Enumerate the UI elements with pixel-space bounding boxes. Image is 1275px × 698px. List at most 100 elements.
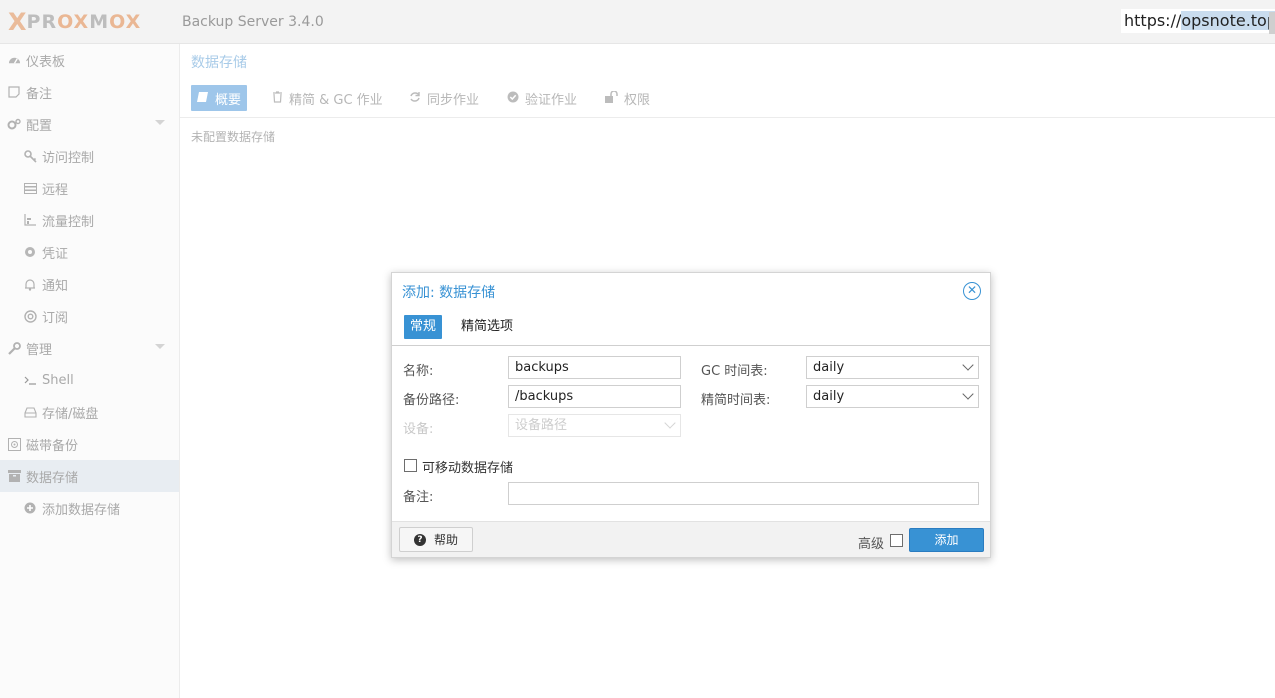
backup-path-field[interactable]: /backups: [508, 385, 681, 408]
tab-sync-jobs[interactable]: 同步作业: [403, 85, 485, 111]
empty-datastore-message: 未配置数据存储: [191, 130, 276, 144]
gc-schedule-value: daily: [813, 360, 845, 375]
tab-prune-gc[interactable]: 精简 & GC 作业: [266, 85, 389, 111]
name-label: 名称:: [403, 364, 434, 379]
tab-label: 权限: [624, 92, 651, 108]
check-circle-icon: [507, 91, 519, 106]
sidebar-item-label: 磁带备份: [26, 438, 79, 454]
header-edge-block: [1269, 12, 1275, 34]
sidebar-item-label: 仪表板: [26, 54, 66, 70]
sidebar-item-notifications[interactable]: 通知: [0, 268, 179, 300]
tab-permissions[interactable]: 权限: [599, 85, 656, 111]
sidebar-item-subscription[interactable]: 订阅: [0, 300, 179, 332]
plus-circle-icon: [22, 500, 38, 516]
comment-label: 备注:: [403, 490, 434, 505]
advanced-label: 高级: [858, 537, 885, 552]
comment-field[interactable]: [508, 482, 979, 505]
name-field[interactable]: backups: [508, 356, 681, 379]
sidebar-item-shell[interactable]: Shell: [0, 364, 179, 396]
gc-schedule-select[interactable]: daily: [806, 356, 979, 379]
top-header: X PROXMOX Backup Server 3.4.0 https://op…: [0, 0, 1275, 44]
tab-general[interactable]: 常规: [404, 315, 443, 339]
hdd-icon: [22, 404, 38, 420]
watermark-url: https://opsnote.top: [1121, 9, 1275, 33]
removable-datastore-checkbox[interactable]: [404, 459, 417, 472]
close-icon[interactable]: ✕: [963, 282, 981, 300]
unlock-icon: [605, 89, 618, 106]
proxmox-logo[interactable]: X PROXMOX: [8, 10, 141, 34]
product-version: Backup Server 3.4.0: [182, 14, 324, 30]
advanced-checkbox[interactable]: [890, 534, 903, 547]
chevron-down-icon[interactable]: [962, 388, 974, 400]
device-select[interactable]: 设备路径: [508, 414, 681, 437]
sidebar-item-label: 远程: [42, 182, 69, 198]
sidebar-item-label: 流量控制: [42, 214, 95, 230]
support-icon: [22, 308, 38, 324]
sidebar-item-label: 访问控制: [42, 150, 95, 166]
help-button[interactable]: ? 帮助: [399, 527, 473, 552]
removable-datastore-label: 可移动数据存储: [422, 461, 514, 476]
gc-schedule-label: GC 时间表:: [701, 364, 768, 379]
trash-icon: [272, 90, 283, 106]
sidebar-item-remotes[interactable]: 远程: [0, 172, 179, 204]
dialog-title: 添加: 数据存储: [402, 285, 496, 301]
sidebar-item-label: 存储/磁盘: [42, 406, 99, 422]
sidebar-item-label: 凭证: [42, 246, 69, 262]
sidebar-item-add-datastore[interactable]: 添加数据存储: [0, 492, 179, 524]
chevron-down-icon[interactable]: [155, 120, 165, 125]
dialog-tab-divider: [392, 345, 990, 346]
sidebar-item-administration[interactable]: 管理: [0, 332, 179, 364]
sidebar-item-datastore[interactable]: 数据存储: [0, 460, 179, 492]
tab-label: 验证作业: [525, 92, 578, 108]
sidebar-item-label: 订阅: [42, 310, 69, 326]
page-title: 数据存储: [191, 55, 247, 71]
datastore-tabbar: 概要 精简 & GC 作业 同步作业 验证作业 权限: [180, 84, 1275, 118]
sidebar-item-label: 管理: [26, 342, 53, 358]
terminal-icon: [22, 372, 38, 388]
wrench-icon: [6, 340, 22, 356]
tab-label: 精简 & GC 作业: [289, 92, 383, 108]
book-icon: [197, 91, 209, 106]
logo-x-mark: X: [8, 8, 27, 36]
device-label: 设备:: [403, 422, 434, 437]
sidebar-item-storage-disks[interactable]: 存储/磁盘: [0, 396, 179, 428]
prune-schedule-select[interactable]: daily: [806, 385, 979, 408]
sidebar-item-access-control[interactable]: 访问控制: [0, 140, 179, 172]
backup-path-label: 备份路径:: [403, 393, 460, 408]
sidebar-item-configuration[interactable]: 配置: [0, 108, 179, 140]
gears-icon: [6, 116, 22, 132]
sidebar-item-label: 备注: [26, 86, 53, 102]
tape-icon: [6, 436, 22, 452]
sidebar: 仪表板 备注 配置 访问控制 远程 流量控制 凭证 通知 订阅 管理 Shell…: [0, 44, 180, 698]
device-placeholder: 设备路径: [515, 418, 568, 433]
sidebar-item-label: 配置: [26, 118, 53, 134]
tab-label: 同步作业: [427, 92, 480, 108]
chevron-down-icon: [664, 417, 676, 429]
archive-icon: [6, 468, 22, 484]
logo-wordmark: PROXMOX: [26, 11, 142, 33]
tab-summary[interactable]: 概要: [191, 85, 248, 111]
note-icon: [6, 84, 22, 100]
question-circle-icon: ?: [413, 533, 426, 546]
tab-verify-jobs[interactable]: 验证作业: [501, 85, 583, 111]
sidebar-item-certificates[interactable]: 凭证: [0, 236, 179, 268]
key-icon: [22, 148, 38, 164]
chevron-down-icon[interactable]: [962, 359, 974, 371]
dashboard-icon: [6, 52, 22, 68]
chevron-down-icon[interactable]: [155, 344, 165, 349]
dialog-footer: ? 帮助 高级 添加: [392, 521, 990, 557]
sidebar-item-tape-backup[interactable]: 磁带备份: [0, 428, 179, 460]
add-datastore-dialog: 添加: 数据存储 ✕ 常规 精简选项 名称: backups 备份路径: /ba…: [391, 272, 991, 558]
tab-prune-options[interactable]: 精简选项: [455, 315, 519, 339]
sidebar-item-dashboard[interactable]: 仪表板: [0, 44, 179, 76]
certificate-icon: [22, 244, 38, 260]
refresh-icon: [409, 91, 421, 106]
sidebar-item-label: Shell: [42, 372, 74, 388]
sidebar-item-notes[interactable]: 备注: [0, 76, 179, 108]
sidebar-item-label: 通知: [42, 278, 69, 294]
add-button[interactable]: 添加: [909, 528, 984, 552]
sidebar-item-traffic-control[interactable]: 流量控制: [0, 204, 179, 236]
sidebar-item-label: 数据存储: [26, 470, 79, 486]
bell-icon: [22, 276, 38, 292]
prune-schedule-label: 精简时间表:: [701, 393, 771, 408]
